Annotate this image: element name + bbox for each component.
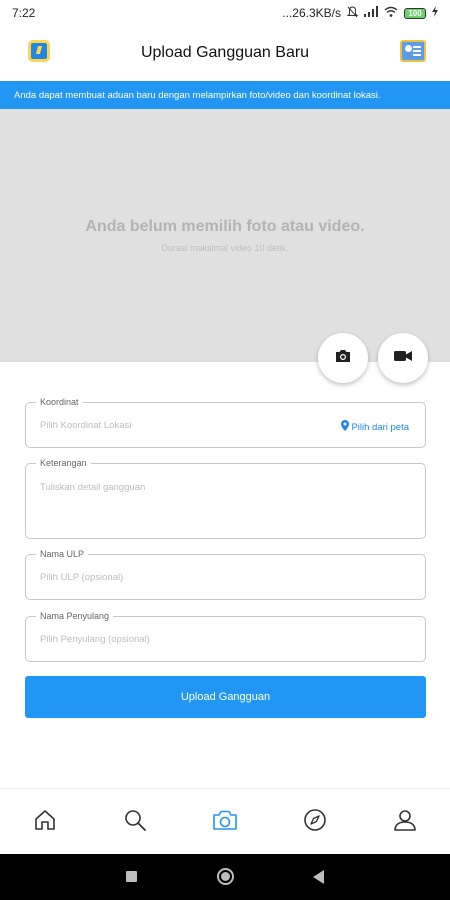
network-speed: ...26.3KB/s xyxy=(282,6,341,20)
camera-icon xyxy=(335,349,351,368)
media-preview-area[interactable]: Anda belum memilih foto atau video. Dura… xyxy=(0,109,450,362)
battery-icon: 100 xyxy=(404,7,426,19)
koordinat-field[interactable]: Koordinat Pilih Koordinat Lokasi Pilih d… xyxy=(25,397,426,448)
keterangan-field[interactable]: Keterangan Tuliskan detail gangguan xyxy=(25,458,426,539)
upload-gangguan-button[interactable]: Upload Gangguan xyxy=(25,676,426,718)
penyulang-label: Nama Penyulang xyxy=(36,611,114,621)
bottom-navigation xyxy=(0,788,450,854)
compass-icon xyxy=(303,808,327,837)
status-time: 7:22 xyxy=(12,6,36,20)
keterangan-label: Keterangan xyxy=(36,458,91,468)
recent-apps-icon[interactable] xyxy=(126,871,137,882)
id-card-icon[interactable] xyxy=(400,40,426,62)
nav-camera[interactable] xyxy=(211,808,239,836)
nav-search[interactable] xyxy=(121,808,149,836)
system-navigation-bar xyxy=(0,854,450,900)
penyulang-placeholder: Pilih Penyulang (opsional) xyxy=(40,634,150,645)
camera-icon xyxy=(212,809,238,836)
app-logo-icon[interactable] xyxy=(28,40,50,62)
search-icon xyxy=(123,808,147,837)
app-bar: Upload Gangguan Baru xyxy=(0,26,450,80)
signal-icon xyxy=(364,6,378,20)
ulp-placeholder: Pilih ULP (opsional) xyxy=(40,572,124,583)
nav-explore[interactable] xyxy=(301,808,329,836)
user-icon xyxy=(393,808,417,837)
pick-from-map-label: Pilih dari peta xyxy=(351,421,409,433)
media-empty-subtitle: Durasi maksimal video 10 detik. xyxy=(161,243,289,253)
keterangan-placeholder: Tuliskan detail gangguan xyxy=(40,482,146,493)
page-title: Upload Gangguan Baru xyxy=(140,44,310,61)
bell-off-icon xyxy=(346,5,359,21)
charging-icon xyxy=(432,6,438,20)
koordinat-placeholder: Pilih Koordinat Lokasi xyxy=(40,420,132,431)
system-home-icon[interactable] xyxy=(217,868,234,885)
record-video-button[interactable] xyxy=(378,333,428,383)
home-icon xyxy=(33,808,57,837)
status-icons: ...26.3KB/s 100 xyxy=(282,5,438,21)
nav-profile[interactable] xyxy=(391,808,419,836)
media-empty-title: Anda belum memilih foto atau video. xyxy=(85,218,365,235)
ulp-label: Nama ULP xyxy=(36,549,89,559)
info-banner: Anda dapat membuat aduan baru dengan mel… xyxy=(0,81,450,109)
nav-home[interactable] xyxy=(31,808,59,836)
penyulang-field[interactable]: Nama Penyulang Pilih Penyulang (opsional… xyxy=(25,611,426,662)
map-pin-icon xyxy=(341,420,350,434)
pick-from-map-button[interactable]: Pilih dari peta xyxy=(341,420,409,434)
take-photo-button[interactable] xyxy=(318,333,368,383)
ulp-field[interactable]: Nama ULP Pilih ULP (opsional) xyxy=(25,549,426,600)
back-icon[interactable] xyxy=(313,870,324,884)
video-camera-icon xyxy=(394,349,412,367)
status-bar: 7:22 ...26.3KB/s 100 xyxy=(0,0,450,26)
koordinat-label: Koordinat xyxy=(36,397,83,407)
wifi-icon xyxy=(384,6,398,20)
